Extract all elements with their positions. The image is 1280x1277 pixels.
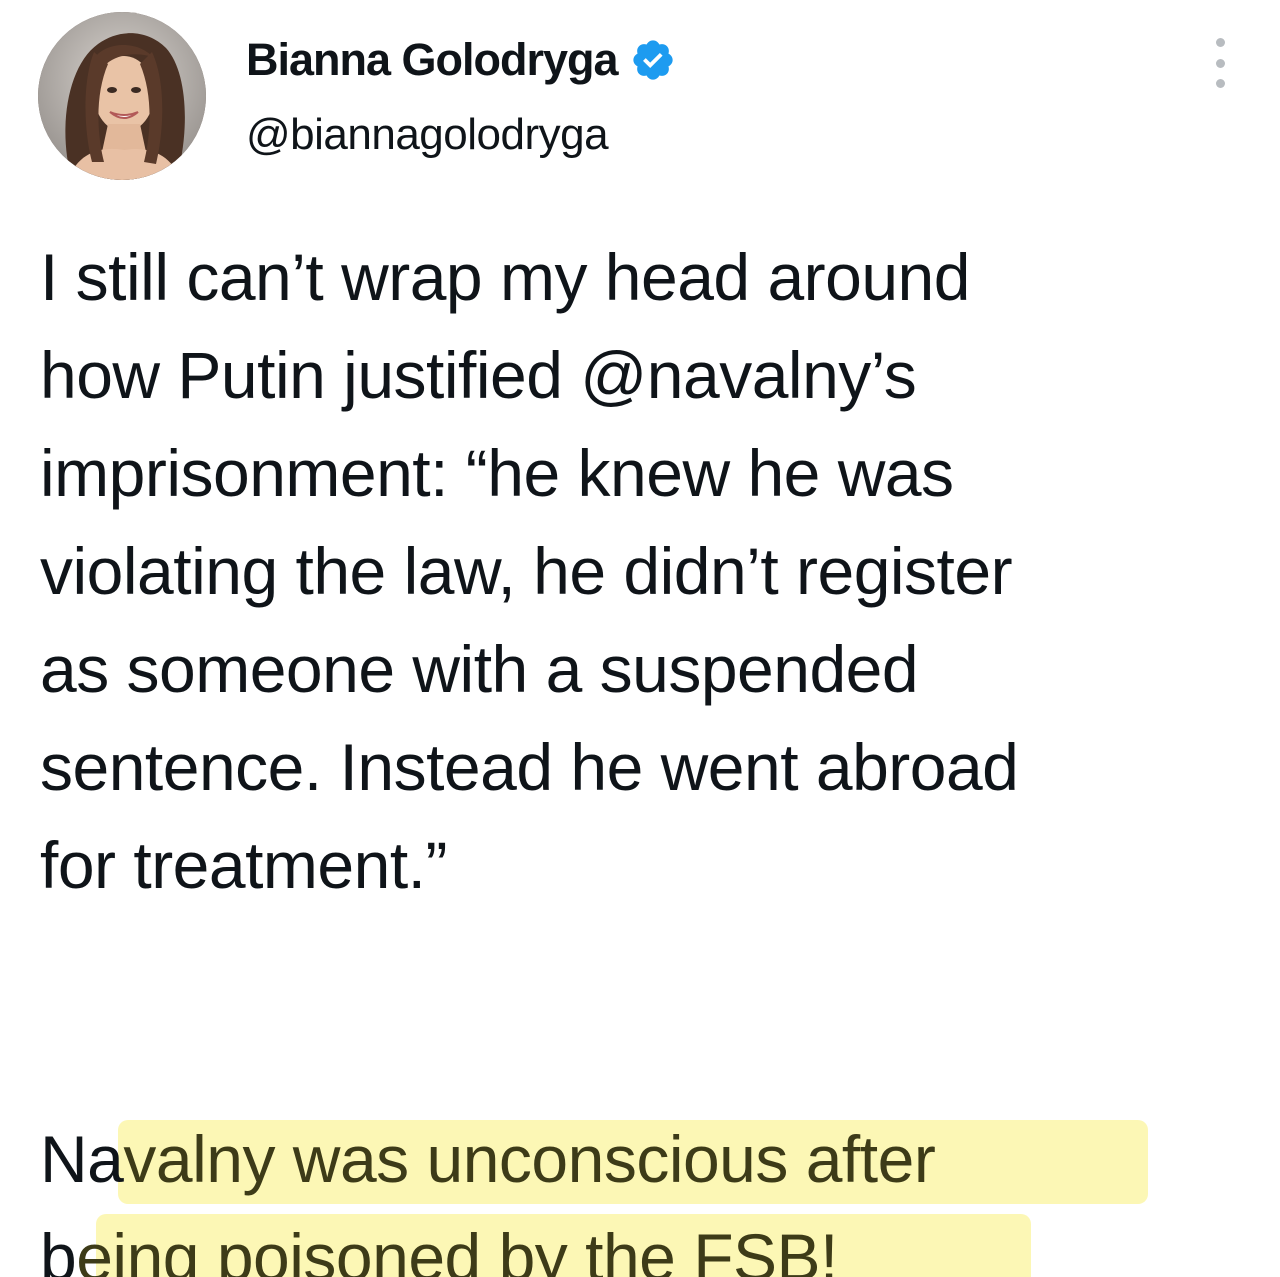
display-name[interactable]: Bianna Golodryga (246, 34, 619, 86)
tweet-line: I still can’t wrap my head around (40, 240, 970, 314)
profile-photo (38, 12, 206, 180)
highlight-prefix: b (40, 1220, 77, 1277)
tweet-line: violating the law, he didn’t register (40, 534, 1013, 608)
tweet-line: sentence. Instead he went abroad (40, 730, 1019, 804)
verified-badge-icon (630, 37, 676, 83)
tweet-text: I still can’t wrap my head around how Pu… (40, 228, 1260, 1277)
highlighted-line: being poisoned by the FSB! (40, 1208, 1260, 1277)
avatar[interactable] (38, 12, 206, 180)
tweet-line: as someone with a suspended (40, 632, 919, 706)
tweet-line: for treatment.” (40, 828, 447, 902)
author-name-row: Bianna Golodryga (246, 30, 676, 90)
tweet-line: imprisonment: “he knew he was (40, 436, 954, 510)
highlight-prefix: Na (40, 1122, 124, 1196)
highlighted-text: valny was unconscious after (123, 1122, 936, 1196)
paragraph-break (40, 1012, 1260, 1110)
highlighted-text: eing poisoned by the FSB! (76, 1220, 838, 1277)
highlighted-line: Navalny was unconscious after (40, 1110, 1260, 1208)
paragraph-break (40, 914, 1260, 1012)
tweet-line: how Putin justified @navalny’s (40, 338, 917, 412)
user-handle[interactable]: @biannagolodryga (246, 110, 609, 160)
more-vertical-icon[interactable] (1205, 38, 1235, 88)
